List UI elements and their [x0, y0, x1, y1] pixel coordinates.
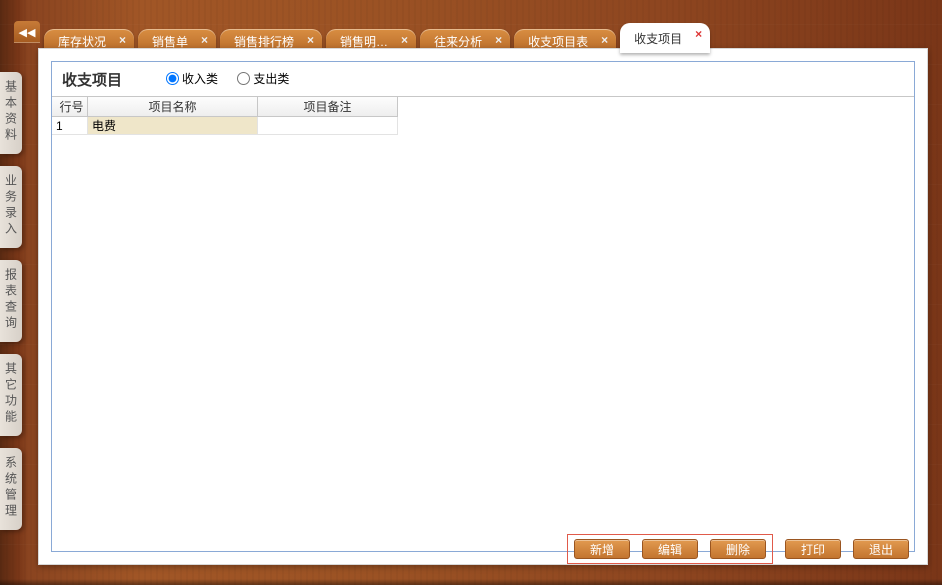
add-button[interactable]: 新增	[574, 539, 630, 559]
side-tab-system[interactable]: 系统管理	[0, 448, 22, 530]
side-tab-report[interactable]: 报表查询	[0, 260, 22, 342]
close-icon[interactable]: ×	[401, 34, 408, 46]
tab-label: 销售明…	[340, 33, 388, 50]
tab-ieitem[interactable]: 收支项目 ×	[620, 23, 710, 53]
radio-expense-label: 支出类	[253, 70, 289, 87]
main-panel: 收支项目 收入类 支出类 行号 项目名称 项目备注 1 电费	[38, 48, 928, 565]
delete-button[interactable]: 删除	[710, 539, 766, 559]
close-icon[interactable]: ×	[307, 34, 314, 46]
col-header-rownum[interactable]: 行号	[52, 97, 88, 117]
panel-header: 收支项目 收入类 支出类	[52, 62, 914, 96]
grid: 行号 项目名称 项目备注 1 电费	[52, 96, 914, 135]
cell-remark	[258, 117, 398, 135]
close-icon[interactable]: ×	[495, 34, 502, 46]
tab-label: 收支项目表	[528, 33, 588, 50]
edit-button[interactable]: 编辑	[642, 539, 698, 559]
side-tab-basic[interactable]: 基本资料	[0, 72, 22, 154]
radio-income-input[interactable]	[166, 72, 179, 85]
close-icon[interactable]: ×	[601, 34, 608, 46]
close-icon[interactable]: ×	[119, 34, 126, 46]
side-tab-other[interactable]: 其它功能	[0, 354, 22, 436]
tabs-scroll-left[interactable]: ◀◀	[14, 21, 40, 43]
col-header-remark[interactable]: 项目备注	[258, 97, 398, 117]
panel-title: 收支项目	[62, 69, 122, 90]
exit-button[interactable]: 退出	[853, 539, 909, 559]
tab-label: 销售单	[152, 33, 188, 50]
cell-name: 电费	[88, 117, 258, 135]
radio-income-label: 收入类	[182, 70, 218, 87]
grid-empty-area	[52, 135, 914, 551]
radio-income[interactable]: 收入类	[166, 70, 218, 87]
tab-label: 收支项目	[634, 30, 682, 47]
table-row[interactable]: 1 电费	[52, 117, 914, 135]
tab-label: 库存状况	[58, 33, 106, 50]
tab-label: 销售排行榜	[234, 33, 294, 50]
col-header-name[interactable]: 项目名称	[88, 97, 258, 117]
type-radios: 收入类 支出类	[166, 70, 305, 88]
bottom-shadow	[0, 579, 942, 585]
footer: 新增 编辑 删除 打印 退出	[39, 532, 927, 566]
side-tab-entry[interactable]: 业务录入	[0, 166, 22, 248]
cell-rownum: 1	[52, 117, 88, 135]
close-icon[interactable]: ×	[695, 28, 702, 40]
radio-expense[interactable]: 支出类	[237, 70, 289, 87]
print-button[interactable]: 打印	[785, 539, 841, 559]
radio-expense-input[interactable]	[237, 72, 250, 85]
tab-label: 往来分析	[434, 33, 482, 50]
highlighted-actions: 新增 编辑 删除	[567, 534, 773, 564]
close-icon[interactable]: ×	[201, 34, 208, 46]
